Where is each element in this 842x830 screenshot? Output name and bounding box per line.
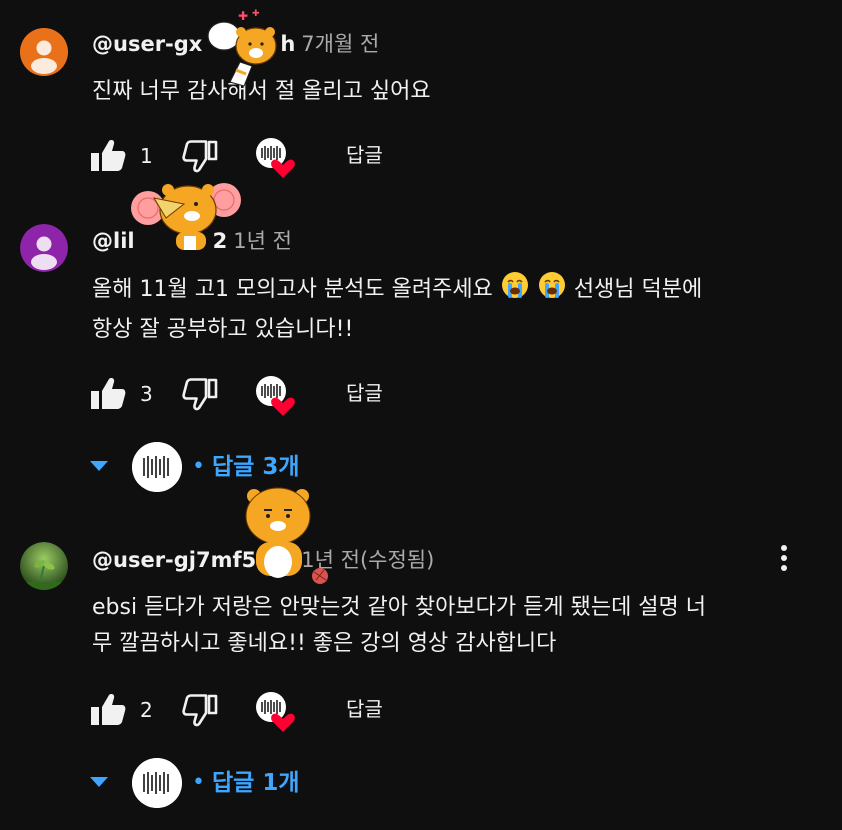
timestamp[interactable]: 1년 전 xyxy=(233,229,292,253)
view-replies-button[interactable]: • 답글 1개 xyxy=(88,758,408,808)
like-button[interactable] xyxy=(88,690,128,730)
creator-avatar xyxy=(132,758,182,808)
action-bar: 2 답글 xyxy=(88,690,488,732)
loudly-crying-face-icon xyxy=(500,270,530,312)
author-name[interactable]: @user-gx xyxy=(92,32,202,56)
separator-dot: • xyxy=(192,454,205,479)
thumbs-up-icon xyxy=(91,140,126,171)
like-button[interactable] xyxy=(88,136,128,176)
reply-button[interactable]: 답글 xyxy=(346,138,383,172)
creator-heart[interactable] xyxy=(254,374,298,418)
comment-text-line1-tail: 선생님 덕분에 xyxy=(573,277,703,302)
comment-thread-1: @user-gxh7개월 전 진짜 너무 감사해서 절 올리고 싶어요 1 xyxy=(0,0,842,190)
comment-text: 올해 11월 고1 모의고사 분석도 올려주세요 선생님 덕분에 항상 잘 공부… xyxy=(92,270,822,348)
creator-heart[interactable] xyxy=(254,136,298,180)
avatar[interactable] xyxy=(20,542,68,590)
like-count: 1 xyxy=(140,144,153,168)
ryan-sticker-icon xyxy=(240,480,332,588)
like-button[interactable] xyxy=(88,374,128,414)
more-vert-icon xyxy=(781,545,787,571)
creator-heart-icon xyxy=(256,692,295,732)
more-actions-button[interactable] xyxy=(772,540,796,580)
replies-count-label[interactable]: 답글 3개 xyxy=(212,451,300,483)
replies-count-label[interactable]: 답글 1개 xyxy=(212,767,300,799)
creator-heart-icon xyxy=(256,138,295,178)
creator-heart[interactable] xyxy=(254,690,298,734)
comment-thread-3: @user-gj7mf5g1년 전(수정됨) ebsi 듣다가 저랑은 안맞는것… xyxy=(0,510,842,830)
like-count: 3 xyxy=(140,382,153,406)
dislike-button[interactable] xyxy=(180,374,220,414)
loudly-crying-face-icon xyxy=(537,270,567,312)
ryan-sticker-icon: ✚ ✚ xyxy=(200,6,290,92)
thumbs-up-icon xyxy=(91,694,126,725)
thumbs-down-icon xyxy=(182,378,218,411)
svg-text:✚: ✚ xyxy=(238,9,248,23)
timestamp[interactable]: 7개월 전 xyxy=(301,32,379,56)
comment-text: ebsi 듣다가 저랑은 안맞는것 같아 찾아보다가 듣게 됐는데 설명 너 무… xyxy=(92,590,822,662)
creator-heart-icon xyxy=(256,376,295,416)
reply-button[interactable]: 답글 xyxy=(346,376,383,410)
chevron-down-icon xyxy=(90,461,108,471)
comment-text-line1: 올해 11월 고1 모의고사 분석도 올려주세요 xyxy=(92,277,493,302)
chevron-down-icon xyxy=(90,777,108,787)
avatar[interactable] xyxy=(20,224,68,272)
comment-text-line2: 항상 잘 공부하고 있습니다!! xyxy=(92,317,354,342)
thumbs-up-icon xyxy=(91,378,126,409)
separator-dot: • xyxy=(192,770,205,795)
action-bar: 3 답글 xyxy=(88,374,488,416)
like-count: 2 xyxy=(140,698,153,722)
thumbs-down-icon xyxy=(182,694,218,727)
comment-text-line2: 무 깔끔하시고 좋네요!! 좋은 강의 영상 감사합니다 xyxy=(92,631,557,656)
ryan-sticker-icon xyxy=(126,170,242,252)
dislike-button[interactable] xyxy=(180,690,220,730)
comment-text-line1: ebsi 듣다가 저랑은 안맞는것 같아 찾아보다가 듣게 됐는데 설명 너 xyxy=(92,595,707,620)
author-name[interactable]: @user-gj7mf5 xyxy=(92,548,256,572)
reply-button[interactable]: 답글 xyxy=(346,692,383,726)
creator-avatar xyxy=(132,442,182,492)
svg-text:✚: ✚ xyxy=(252,9,260,19)
avatar[interactable] xyxy=(20,28,68,76)
